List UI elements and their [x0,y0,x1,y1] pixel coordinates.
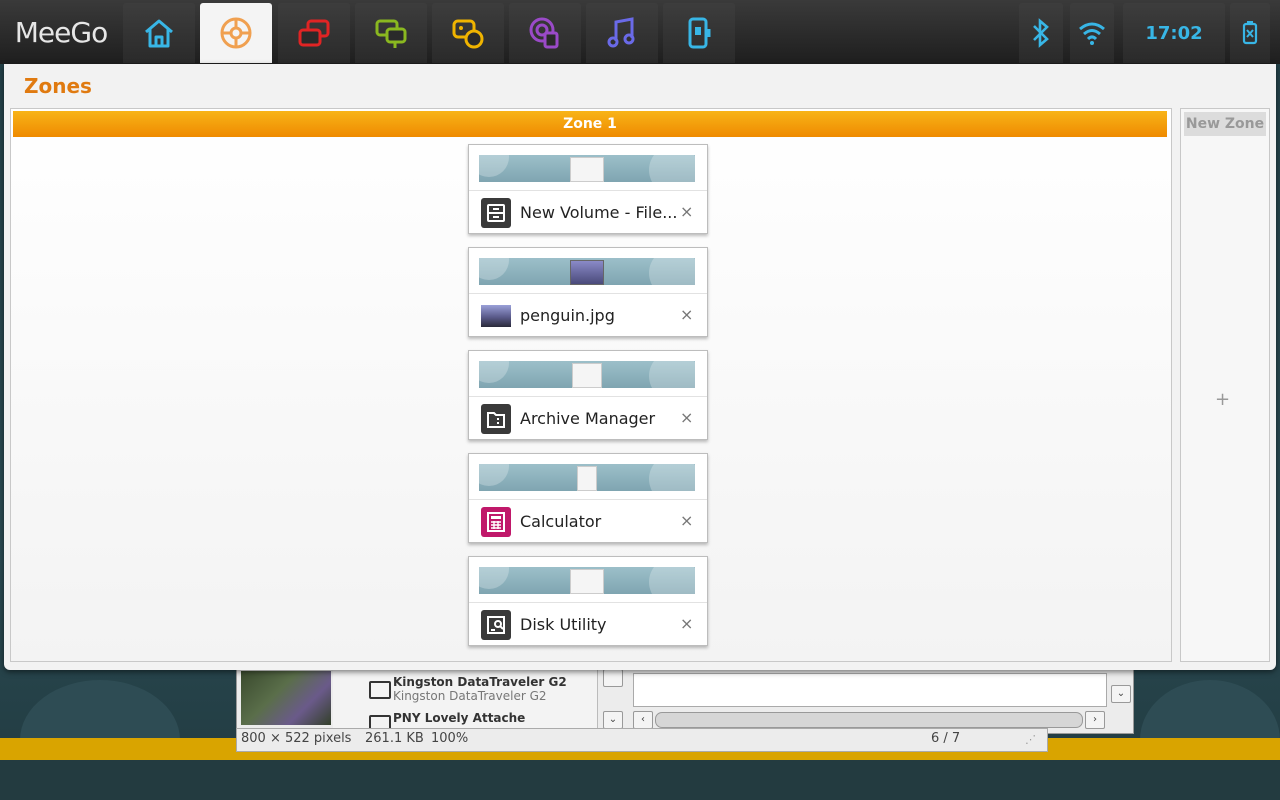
tab-chat[interactable] [355,3,427,63]
app-card-label: Calculator [520,512,602,531]
resize-grip-icon[interactable]: ⋰ [1025,733,1036,746]
device-list: Kingston DataTraveler G2 Kingston DataTr… [333,665,598,733]
tab-apps[interactable] [278,3,350,63]
scroll-up-button[interactable] [603,669,623,687]
tab-people[interactable] [432,3,504,63]
image-dimensions: 800 × 522 pixels [241,731,352,746]
zones-title: Zones [24,74,92,98]
chat-icon [375,19,407,48]
close-icon[interactable]: × [680,305,693,324]
vertical-scrollbar[interactable]: ⌄ [601,665,623,731]
horizontal-scrollbar[interactable]: ‹ › [633,711,1105,729]
window-thumbnail [570,157,604,182]
close-icon[interactable]: × [680,408,693,427]
calculator-icon [481,507,511,537]
bluetooth-button[interactable] [1019,3,1063,63]
window-preview [479,361,695,388]
device-item[interactable]: Kingston DataTraveler G2 Kingston DataTr… [393,675,567,703]
preview-area [633,673,1107,707]
image-thumbnail[interactable] [241,671,331,725]
clock: 17:02 [1145,22,1203,44]
device-item[interactable]: PNY Lovely Attache [393,711,525,725]
zone-1-header: Zone 1 [13,111,1167,137]
app-card-image-viewer[interactable]: penguin.jpg × [468,247,708,337]
zoom-level: 100% [431,731,469,746]
close-icon[interactable]: × [680,614,693,633]
file-manager-icon [481,198,511,228]
scrollbar-thumb[interactable] [655,712,1083,728]
disk-utility-icon [481,610,511,640]
top-panel: MeeGo 17:02 [0,0,1280,64]
archive-manager-icon [481,404,511,434]
new-zone-header: New Zone [1184,112,1266,136]
battery-icon [1242,21,1258,45]
wifi-icon [1079,22,1105,45]
device-subtitle: Kingston DataTraveler G2 [393,689,547,703]
app-card-label: penguin.jpg [520,306,615,325]
people-icon [452,19,484,49]
meego-logo: MeeGo [14,15,108,49]
device-title: Kingston DataTraveler G2 [393,675,567,689]
usb-drive-icon [369,681,391,699]
app-card-file-manager[interactable]: New Volume - File... × [468,144,708,234]
background-band [0,760,1280,800]
window-thumbnail [572,363,602,388]
file-size: 261.1 KB [365,731,424,746]
window-thumbnail [570,569,604,594]
app-card-calculator[interactable]: Calculator × [468,453,708,543]
scroll-left-button[interactable]: ‹ [633,711,653,729]
scroll-down-button[interactable]: ⌄ [1111,685,1131,703]
image-position: 6 / 7 [931,731,961,746]
status-bar: 800 × 522 pixels 261.1 KB 100% 6 / 7 ⋰ [236,728,1048,752]
device-title: PNY Lovely Attache [393,711,526,725]
window-thumbnail [570,260,604,285]
window-preview [479,567,695,594]
tab-internet[interactable] [509,3,581,63]
app-card-label: Archive Manager [520,409,656,428]
zones-icon [220,17,252,49]
window-preview [479,155,695,182]
app-card-archive-manager[interactable]: Archive Manager × [468,350,708,440]
music-icon [607,17,635,48]
home-icon [145,19,173,48]
bluetooth-icon [1033,18,1049,48]
zones-panel: Zones Zone 1 New Volume - File... × peng… [4,64,1276,670]
internet-icon [529,17,559,49]
scroll-right-button[interactable]: › [1085,711,1105,729]
clock-button[interactable]: 17:02 [1123,3,1225,63]
scroll-down-button[interactable]: ⌄ [603,711,623,729]
close-icon[interactable]: × [680,511,693,530]
tab-device[interactable] [663,3,735,63]
device-icon [688,17,711,49]
image-viewer-icon [481,305,511,327]
app-card-label: Disk Utility [520,615,607,634]
battery-button[interactable] [1230,3,1270,63]
app-card-label: New Volume - File... [520,203,678,222]
app-card-disk-utility[interactable]: Disk Utility × [468,556,708,646]
window-preview [479,258,695,285]
tab-home[interactable] [123,3,195,63]
wifi-button[interactable] [1070,3,1114,63]
window-thumbnail [577,466,597,491]
apps-icon [298,19,330,47]
add-zone-icon[interactable]: + [1215,389,1230,410]
window-preview [479,464,695,491]
tab-music[interactable] [586,3,658,63]
image-viewer-window: Kingston DataTraveler G2 Kingston DataTr… [236,664,1134,734]
tab-zones[interactable] [200,3,272,63]
new-zone[interactable]: New Zone + [1180,108,1270,662]
close-icon[interactable]: × [680,202,693,221]
